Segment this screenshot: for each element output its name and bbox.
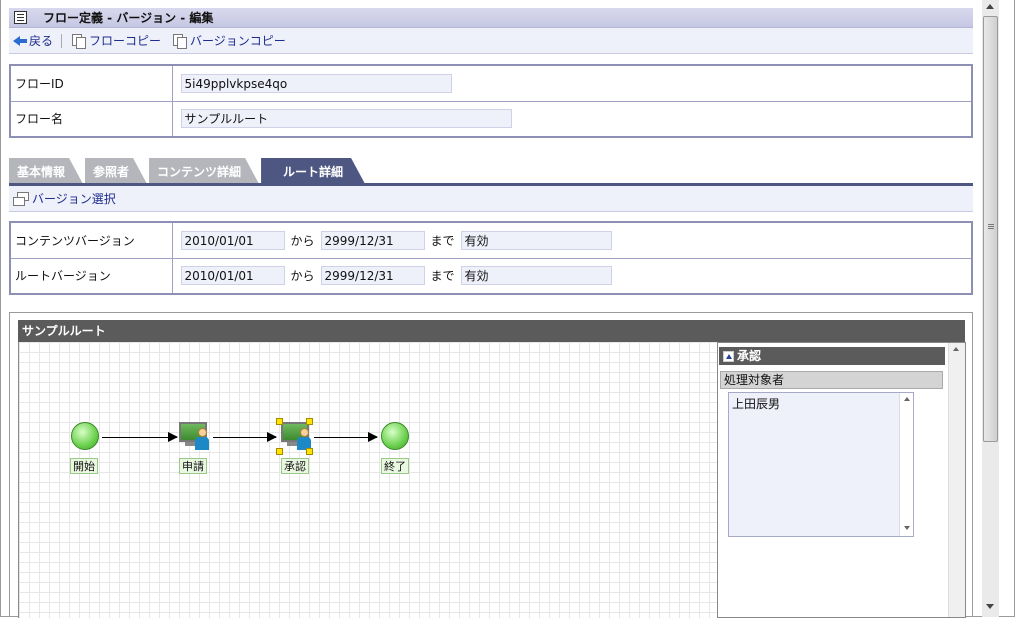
route-version-status: 有効 [460,266,612,286]
selection-handle[interactable] [276,418,283,425]
page-scrollbar[interactable] [982,0,999,617]
list-scrollbar[interactable] [899,393,913,536]
properties-title: 承認 [737,349,762,363]
properties-panel: 承認 処理対象者 上田辰男 [717,342,966,618]
scroll-down-icon[interactable] [986,604,994,609]
properties-header: 承認 [719,347,945,365]
version-select-button[interactable]: バージョン選択 [13,190,116,207]
list-item[interactable]: 上田辰男 [732,395,910,412]
flow-copy-button[interactable]: フローコピー [72,32,161,49]
flow-arrow [314,432,378,442]
flow-name-field: サンプルルート [180,109,512,129]
back-arrow-icon [13,35,27,46]
tab-route-detail[interactable]: ルート詳細 [261,158,365,184]
flow-id-field: 5i49pplvkpse4qo [180,73,452,93]
content-version-start: 2010/01/01 [180,230,285,250]
route-version-start: 2010/01/01 [180,266,285,286]
assignee-section-label: 処理対象者 [720,371,943,389]
to-text: まで [430,269,455,284]
copy-icon [173,33,188,49]
route-canvas[interactable]: 開始 申請 承認 終了 [18,342,717,618]
route-version-end: 2999/12/31 [320,266,425,286]
user-icon [297,428,311,450]
apply-node[interactable] [179,422,211,452]
user-icon [195,428,209,450]
route-panel: サンプルルート 開始 申請 承認 終了 承認 処理対象者 上田辰男 [9,312,973,618]
back-label: 戻る [29,34,54,48]
end-node-label: 終了 [381,458,409,474]
toolbar: 戻る フローコピー バージョンコピー [9,28,973,54]
scroll-down-icon[interactable] [904,526,910,530]
selection-handle[interactable] [306,448,313,455]
scroll-up-icon[interactable] [953,347,959,351]
from-text: から [290,233,315,248]
selection-handle[interactable] [306,418,313,425]
scrollbar-thumb[interactable] [983,16,998,442]
tab-referrers[interactable]: 参照者 [85,158,147,184]
assignee-list[interactable]: 上田辰男 [728,392,914,537]
page-frame: フロー定義 - バージョン - 編集 戻る フローコピー バージョンコピー フロ… [0,0,1015,618]
route-title: サンプルルート [18,320,965,342]
version-copy-button[interactable]: バージョンコピー [173,32,286,49]
back-button[interactable]: 戻る [13,32,53,49]
apply-node-label: 申請 [179,458,207,474]
selection-handle[interactable] [276,448,283,455]
panel-scrollbar[interactable] [948,343,965,617]
tab-content-detail[interactable]: コンテンツ詳細 [149,158,259,184]
flow-arrow [213,432,277,442]
page-title: フロー定義 - バージョン - 編集 [43,11,214,25]
route-version-label: ルートバージョン [9,257,173,295]
content-version-end: 2999/12/31 [320,230,425,250]
version-subbar: バージョン選択 [9,186,973,212]
title-bar: フロー定義 - バージョン - 編集 [9,8,973,28]
collapse-icon[interactable] [723,350,734,362]
approve-node-label: 承認 [281,458,309,474]
flow-name-label: フロー名 [9,100,173,138]
to-text: まで [430,233,455,248]
flow-info-table: フローID 5i49pplvkpse4qo フロー名 サンプルルート [9,64,973,138]
start-node-label: 開始 [70,458,98,474]
tab-strip: 基本情報 参照者 コンテンツ詳細 ルート詳細 [9,158,367,184]
version-icon [13,192,29,206]
content-version-status: 有効 [460,230,612,250]
version-copy-label: バージョンコピー [190,34,286,48]
flow-arrow [102,432,178,442]
from-text: から [290,269,315,284]
content-version-label: コンテンツバージョン [9,221,173,259]
copy-icon [72,33,87,49]
end-node[interactable] [381,422,409,450]
scroll-up-icon[interactable] [904,397,910,401]
version-table: コンテンツバージョン 2010/01/01 から 2999/12/31 まで 有効 ルー… [9,221,973,295]
tab-basic-info[interactable]: 基本情報 [9,158,83,184]
scroll-up-icon[interactable] [986,4,994,9]
document-icon [14,11,27,24]
version-select-label: バージョン選択 [32,192,116,206]
flow-id-label: フローID [9,64,173,102]
toolbar-separator [61,33,63,48]
flow-copy-label: フローコピー [89,34,162,48]
start-node[interactable] [71,422,99,450]
